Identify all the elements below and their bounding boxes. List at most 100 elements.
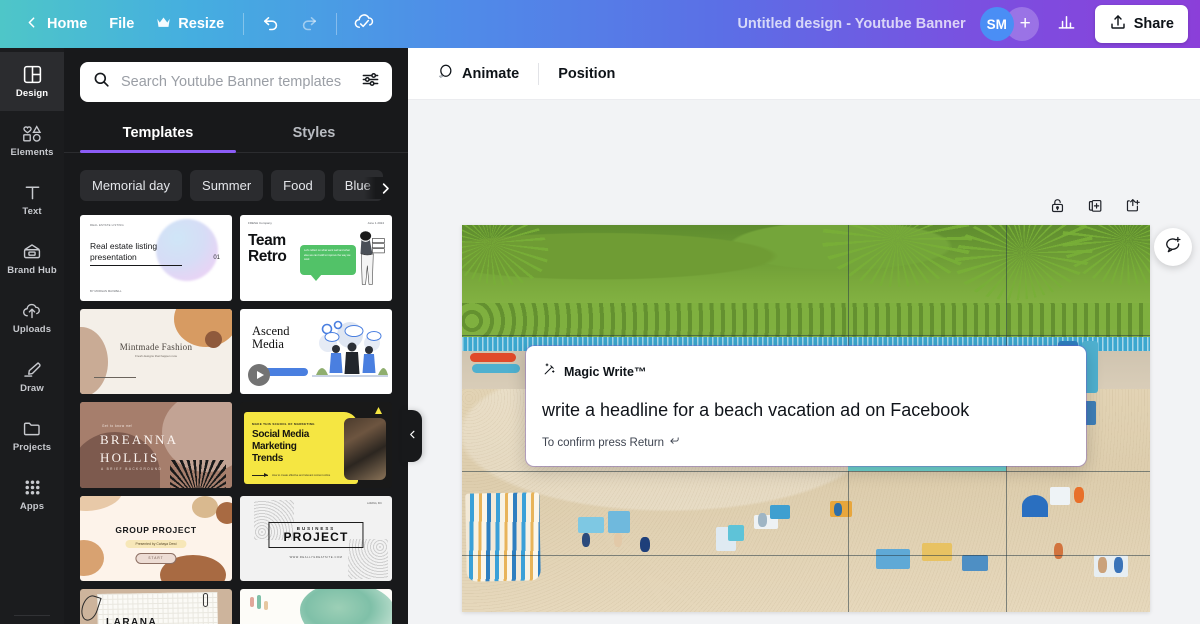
layout-icon bbox=[22, 64, 43, 85]
beach-person bbox=[1098, 557, 1107, 573]
chip-summer[interactable]: Summer bbox=[190, 170, 264, 201]
animate-button[interactable]: Animate bbox=[424, 55, 530, 93]
template-card[interactable]: Get to know me! BREANNA HOLLIS A BRIEF B… bbox=[80, 402, 232, 488]
sidebar-item-projects[interactable]: Projects bbox=[0, 406, 64, 465]
canvas-hedge bbox=[462, 303, 1150, 339]
undo-button[interactable] bbox=[255, 8, 287, 40]
animate-label: Animate bbox=[462, 65, 520, 82]
template-subtitle: BY MORGAN MAXWELL bbox=[90, 288, 122, 293]
file-menu-button[interactable]: File bbox=[98, 9, 145, 39]
filter-chips: Memorial day Summer Food Blue bbox=[64, 153, 408, 201]
sidebar-item-design[interactable]: Design bbox=[0, 52, 64, 111]
beach-person bbox=[582, 533, 590, 547]
magic-write-hint-label: To confirm press Return bbox=[542, 436, 665, 449]
decor-watercolor bbox=[300, 589, 392, 624]
editor-toolbar: Animate Position bbox=[408, 48, 1200, 100]
position-label: Position bbox=[558, 65, 616, 82]
return-arrow-icon bbox=[669, 436, 680, 450]
top-bar-right-group: Untitled design - Youtube Banner SM + Sh… bbox=[737, 5, 1200, 43]
decor-fan bbox=[170, 459, 226, 488]
template-card[interactable]: Mintmade Fashion Fresh designs that happ… bbox=[80, 308, 232, 394]
sidebar-item-label: Apps bbox=[19, 501, 45, 513]
template-card[interactable]: GROUP PROJECT Presented by Cahaya Dewi S… bbox=[80, 495, 232, 581]
upload-icon bbox=[1109, 13, 1127, 35]
beach-towel bbox=[578, 517, 604, 533]
magic-write-hint: To confirm press Return bbox=[542, 436, 1070, 450]
cloud-check-icon bbox=[353, 10, 376, 38]
brand-icon bbox=[21, 241, 43, 262]
resize-button[interactable]: Resize bbox=[145, 9, 235, 40]
template-bubble-text: Let's reflect on what went well and what… bbox=[304, 249, 351, 262]
sidebar-item-label: Design bbox=[15, 88, 49, 100]
template-title: GROUP PROJECT bbox=[115, 524, 197, 535]
template-title-2: HOLLIS bbox=[100, 450, 160, 465]
template-brand: LARANA, INC bbox=[366, 501, 382, 505]
left-rail: Design Elements Text Brand Hub Uploads D… bbox=[0, 48, 64, 624]
template-card[interactable]: LARANA, INC BUSINESS PROJECT WWW.REALLYG… bbox=[240, 495, 392, 581]
sidebar-item-label: Draw bbox=[20, 383, 44, 395]
decor-shape bbox=[80, 495, 124, 515]
beach-person bbox=[1114, 557, 1123, 573]
collaborators-group: SM + bbox=[979, 7, 1039, 41]
redo-icon bbox=[299, 12, 319, 37]
sidebar-item-text[interactable]: Text bbox=[0, 170, 64, 229]
resize-label: Resize bbox=[178, 16, 225, 32]
decor-dot bbox=[250, 597, 254, 607]
sidebar-item-elements[interactable]: Elements bbox=[0, 111, 64, 170]
duplicate-icon[interactable] bbox=[1080, 190, 1110, 220]
crown-icon bbox=[156, 16, 171, 33]
add-comment-button[interactable] bbox=[1154, 228, 1192, 266]
template-card[interactable]: REAL ESTATE LISTING Real estate listing … bbox=[80, 215, 232, 301]
decor-arrow bbox=[252, 472, 268, 477]
template-button-label: START bbox=[135, 552, 177, 564]
sidebar-item-apps[interactable]: Apps bbox=[0, 465, 64, 524]
magic-write-popup[interactable]: Magic Write™ write a headline for a beac… bbox=[526, 346, 1086, 466]
template-title: Social Media Marketing Trends bbox=[252, 429, 309, 464]
tab-templates[interactable]: Templates bbox=[80, 116, 236, 153]
beach-towel bbox=[1050, 487, 1070, 505]
guide-line-horizontal bbox=[462, 555, 1150, 556]
sidebar-item-draw[interactable]: Draw bbox=[0, 347, 64, 406]
beach-person bbox=[640, 537, 650, 552]
decor-shape bbox=[80, 539, 104, 576]
template-subtitle: How to create effective and relevant con… bbox=[272, 474, 331, 478]
template-kicker: Get to know me! bbox=[102, 424, 133, 428]
template-card[interactable]: Project Proposal bbox=[240, 589, 392, 624]
chevron-left-icon bbox=[407, 427, 418, 445]
rail-divider bbox=[14, 615, 50, 616]
sidebar-item-brand-hub[interactable]: Brand Hub bbox=[0, 229, 64, 288]
sidebar-item-uploads[interactable]: Uploads bbox=[0, 288, 64, 347]
magic-write-prompt[interactable]: write a headline for a beach vacation ad… bbox=[542, 400, 1070, 422]
tab-styles[interactable]: Styles bbox=[236, 116, 392, 152]
chips-next-button[interactable] bbox=[364, 177, 396, 199]
search-box[interactable] bbox=[80, 62, 392, 102]
home-button[interactable]: Home bbox=[12, 7, 98, 42]
shapes-icon bbox=[21, 123, 43, 144]
chevron-left-icon bbox=[23, 14, 40, 35]
decor-shape bbox=[192, 495, 218, 518]
share-button[interactable]: Share bbox=[1094, 5, 1188, 43]
panel-collapse-button[interactable] bbox=[402, 410, 422, 462]
beach-person bbox=[1054, 543, 1063, 559]
lock-icon[interactable] bbox=[1042, 190, 1072, 220]
editor-toolbar-divider bbox=[538, 62, 540, 85]
template-card[interactable]: FRESH Company June 1 2024 Team Retro Let'… bbox=[240, 215, 392, 301]
position-button[interactable]: Position bbox=[547, 59, 626, 89]
chip-food[interactable]: Food bbox=[271, 170, 325, 201]
chip-memorial-day[interactable]: Memorial day bbox=[80, 170, 183, 201]
template-card[interactable]: MAKE THIS SCHOOL OF MARKETING Social Med… bbox=[240, 402, 392, 488]
search-input[interactable] bbox=[121, 74, 351, 90]
avatar[interactable]: SM bbox=[979, 7, 1014, 41]
sliders-icon[interactable] bbox=[361, 70, 380, 94]
search-section bbox=[64, 48, 408, 102]
document-title[interactable]: Untitled design - Youtube Banner bbox=[737, 16, 965, 32]
beach-towel bbox=[876, 549, 910, 569]
template-card[interactable]: Ascend Media bbox=[240, 308, 392, 394]
play-icon bbox=[248, 364, 270, 386]
surfboard-rack bbox=[465, 492, 541, 582]
template-card[interactable]: LARANA COMPANY bbox=[80, 589, 232, 624]
insights-button[interactable] bbox=[1049, 7, 1085, 41]
export-icon[interactable] bbox=[1118, 190, 1148, 220]
saved-status-button[interactable] bbox=[348, 8, 380, 40]
redo-button[interactable] bbox=[293, 8, 325, 40]
